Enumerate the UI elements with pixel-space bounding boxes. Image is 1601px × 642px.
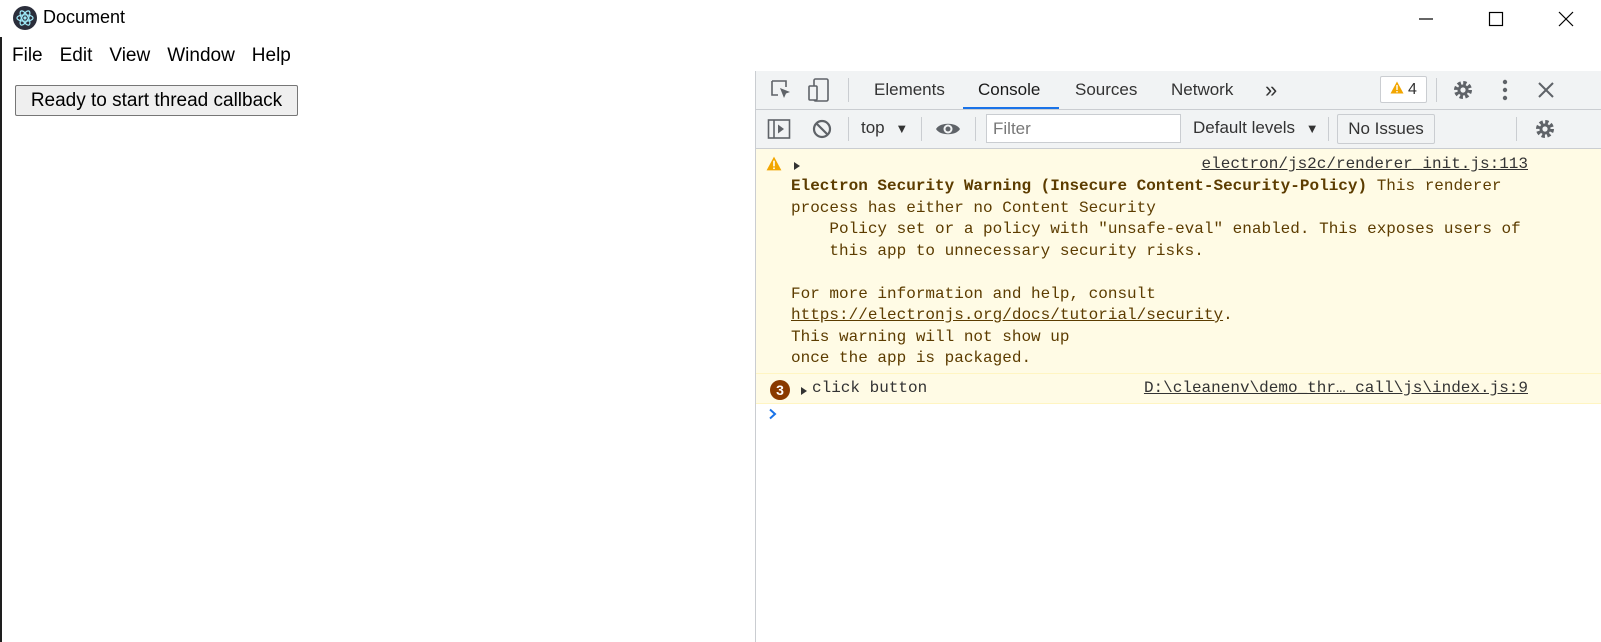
warning-title: Electron Security Warning (Insecure Cont… xyxy=(791,177,1368,195)
warning-line: once the app is packaged. xyxy=(791,349,1032,367)
live-expression-eye-icon[interactable] xyxy=(935,117,961,141)
console-filter-input[interactable] xyxy=(986,114,1181,143)
toolbar-separator xyxy=(921,117,922,141)
minimize-button[interactable] xyxy=(1391,0,1461,37)
warning-icon xyxy=(1390,81,1404,99)
warnings-count: 4 xyxy=(1408,80,1417,98)
device-toolbar-icon[interactable] xyxy=(807,77,831,103)
expand-triangle-icon[interactable] xyxy=(800,383,808,401)
window-title: Document xyxy=(43,7,126,27)
caret-down-icon: ▼ xyxy=(1305,121,1319,136)
warning-line: This renderer xyxy=(1367,177,1502,195)
log-levels-value: Default levels xyxy=(1193,118,1296,137)
console-log-message: 3 click button D:\cleanenv\demo_thr… cal… xyxy=(756,374,1601,404)
menu-window[interactable]: Window xyxy=(158,41,243,71)
close-icon xyxy=(1558,11,1574,27)
toolbar-separator xyxy=(1516,117,1517,141)
warning-line: Policy set or a policy with "unsafe-eval… xyxy=(791,220,1521,238)
warning-line: This warning will not show up xyxy=(791,327,1070,346)
console-prompt-chevron-icon[interactable] xyxy=(768,407,778,425)
settings-gear-icon[interactable] xyxy=(1450,78,1476,102)
active-tab-indicator xyxy=(963,107,1059,109)
toolbar-separator xyxy=(848,117,849,141)
maximize-icon xyxy=(1488,11,1504,27)
warning-text: Electron Security Warning (Insecure Cont… xyxy=(791,176,1551,370)
tab-console[interactable]: Console xyxy=(978,71,1040,109)
minimize-icon xyxy=(1418,11,1434,27)
log-text: click button xyxy=(812,379,928,397)
context-value: top xyxy=(861,118,885,137)
sidebar-toggle-icon[interactable] xyxy=(766,117,792,141)
expand-triangle-icon[interactable] xyxy=(793,158,801,176)
warnings-counter[interactable]: 4 xyxy=(1380,76,1427,103)
title-bar: Document xyxy=(0,0,1601,37)
warning-line: process has either no Content Security xyxy=(791,198,1156,217)
caret-down-icon: ▼ xyxy=(895,121,909,136)
maximize-button[interactable] xyxy=(1461,0,1531,37)
console-filter-bar: top ▼ Default levels ▼ No Issues xyxy=(756,110,1601,149)
tab-elements[interactable]: Elements xyxy=(874,71,945,109)
inspect-element-icon[interactable] xyxy=(768,78,794,102)
warning-icon xyxy=(766,156,782,176)
tab-network[interactable]: Network xyxy=(1171,71,1233,109)
devtools-toolbar: Elements Console Sources Network » 4 xyxy=(756,71,1601,110)
menu-file[interactable]: File xyxy=(0,41,51,71)
console-settings-gear-icon[interactable] xyxy=(1532,117,1558,141)
electron-icon xyxy=(13,6,37,30)
close-button[interactable] xyxy=(1531,0,1601,37)
toolbar-separator xyxy=(1328,117,1329,141)
kebab-menu-icon[interactable] xyxy=(1493,78,1517,102)
context-selector[interactable]: top ▼ xyxy=(861,118,908,138)
console-warning-message: electron/js2c/renderer_init.js:113 Elect… xyxy=(756,149,1601,374)
log-levels-dropdown[interactable]: Default levels ▼ xyxy=(1193,118,1319,138)
warning-line: this app to unnecessary security risks. xyxy=(791,241,1204,260)
devtools-panel: Elements Console Sources Network » 4 top… xyxy=(755,71,1601,642)
window-edge xyxy=(0,37,2,642)
clear-console-icon[interactable] xyxy=(810,117,834,141)
start-thread-callback-button[interactable]: Ready to start thread callback xyxy=(15,85,298,116)
close-devtools-icon[interactable] xyxy=(1534,78,1558,102)
more-tabs-button[interactable]: » xyxy=(1265,71,1277,109)
menu-view[interactable]: View xyxy=(100,41,158,71)
repeat-count-badge: 3 xyxy=(770,380,790,400)
toolbar-separator xyxy=(848,78,849,102)
tab-sources[interactable]: Sources xyxy=(1075,71,1137,109)
toolbar-separator xyxy=(975,117,976,141)
menu-help[interactable]: Help xyxy=(243,41,299,71)
issues-button[interactable]: No Issues xyxy=(1337,114,1435,144)
security-docs-link[interactable]: https://electronjs.org/docs/tutorial/sec… xyxy=(791,306,1223,324)
warning-source-link[interactable]: electron/js2c/renderer_init.js:113 xyxy=(1202,155,1528,173)
warning-line: . xyxy=(1223,306,1233,324)
log-source-link[interactable]: D:\cleanenv\demo_thr… call\js\index.js:9 xyxy=(1144,379,1528,397)
menu-edit[interactable]: Edit xyxy=(51,41,101,71)
toolbar-separator xyxy=(1436,78,1437,102)
warning-line: For more information and help, consult xyxy=(791,284,1156,303)
menu-bar: File Edit View Window Help xyxy=(0,41,299,71)
